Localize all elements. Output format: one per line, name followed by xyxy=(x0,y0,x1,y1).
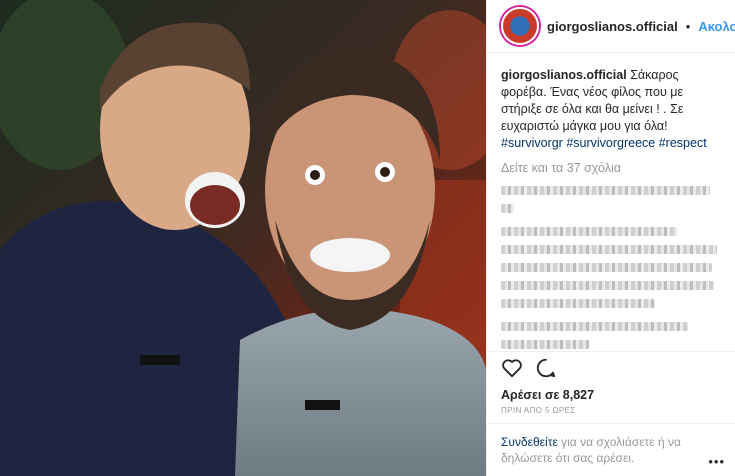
blurred-comments xyxy=(501,186,721,351)
login-prompt: Συνδεθείτε για να σχολιάσετε ή να δηλώσε… xyxy=(487,423,735,476)
blurred-comment-line xyxy=(501,322,688,331)
header-separator: • xyxy=(685,18,691,34)
blurred-comment-line xyxy=(501,227,677,236)
comments-section: giorgoslianos.official Σάκαρος φορέβα. Έ… xyxy=(487,53,735,351)
blurred-comment-line xyxy=(501,299,655,308)
caption-username[interactable]: giorgoslianos.official xyxy=(501,68,627,82)
blurred-comment-line xyxy=(501,245,717,254)
comment-icon[interactable] xyxy=(535,357,557,384)
login-link[interactable]: Συνδεθείτε xyxy=(501,435,558,449)
hashtag-link[interactable]: #respect xyxy=(659,136,707,150)
blurred-comment-line xyxy=(501,340,589,349)
instagram-post: giorgoslianos.official • Ακολουθήστε gio… xyxy=(0,0,735,476)
heart-icon[interactable] xyxy=(501,358,523,383)
blurred-comment-line xyxy=(501,281,715,290)
hashtag-link[interactable]: #survivorgr xyxy=(501,136,563,150)
post-actions xyxy=(487,351,735,388)
hashtag-link[interactable]: #survivorgreece xyxy=(566,136,655,150)
header-username[interactable]: giorgoslianos.official xyxy=(547,19,678,34)
post-timestamp: ΠΡΙΝ ΑΠΟ 5 ΩΡΕΣ xyxy=(501,406,576,415)
avatar[interactable] xyxy=(501,7,539,45)
blurred-comment-line xyxy=(501,186,710,195)
more-options-icon[interactable]: ••• xyxy=(708,454,725,470)
view-all-comments-link[interactable]: Δείτε και τα 37 σχόλια xyxy=(501,160,721,177)
blurred-comment-line xyxy=(501,204,515,213)
likes-count[interactable]: Αρέσει σε 8,827 xyxy=(487,388,735,402)
post-header: giorgoslianos.official • Ακολουθήστε xyxy=(487,0,735,53)
post-sidebar: giorgoslianos.official • Ακολουθήστε gio… xyxy=(486,0,735,476)
blurred-comment-line xyxy=(501,263,713,272)
photo-illustration xyxy=(0,0,486,476)
caption: giorgoslianos.official Σάκαρος φορέβα. Έ… xyxy=(501,67,721,152)
follow-button[interactable]: Ακολουθήστε xyxy=(698,19,735,34)
post-photo[interactable] xyxy=(0,0,486,476)
